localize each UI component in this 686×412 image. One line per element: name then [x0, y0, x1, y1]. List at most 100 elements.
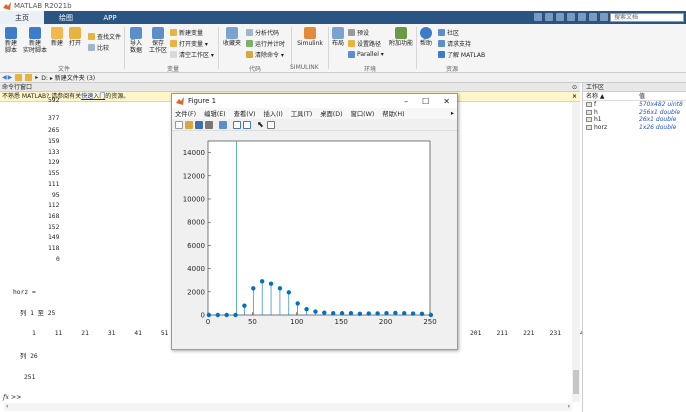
open-variable-button[interactable]: 打开变量 ▾ — [170, 39, 208, 48]
save-figure-icon[interactable] — [195, 120, 203, 129]
close-icon[interactable]: ✕ — [443, 97, 450, 106]
column-header-value[interactable]: 值 — [639, 92, 645, 100]
insert-colorbar-icon[interactable] — [233, 120, 241, 129]
stem-point[interactable] — [242, 303, 247, 308]
stem-point[interactable] — [348, 311, 354, 316]
workspace-row[interactable]: f 570x482 uint8 — [583, 101, 686, 109]
print-icon[interactable] — [205, 120, 213, 129]
layout-button[interactable]: 布局 — [332, 27, 344, 47]
property-inspector-icon[interactable] — [267, 120, 275, 129]
workspace-row[interactable]: horz 1x26 double — [583, 124, 686, 132]
up-folder-icon[interactable] — [15, 74, 23, 81]
set-path-button[interactable]: 设置路径 — [348, 39, 381, 48]
request-support-button[interactable]: 请求支持 — [438, 39, 471, 48]
scroll-right-icon[interactable]: › — [568, 403, 570, 410]
stem-point[interactable] — [402, 311, 407, 316]
stem-point[interactable] — [215, 312, 220, 318]
new-live-script-button[interactable]: 新建 实时脚本 — [23, 27, 47, 54]
paste-icon[interactable] — [567, 13, 575, 21]
preferences-button[interactable]: 预设 — [348, 28, 369, 37]
stem-point[interactable] — [251, 286, 256, 291]
tab-home[interactable]: 主页 — [0, 11, 44, 24]
menu-window[interactable]: 窗口(W) — [351, 109, 375, 118]
open-button[interactable]: 打开 — [68, 27, 82, 47]
redo-icon[interactable] — [589, 13, 597, 21]
quick-start-link[interactable]: 快速入门 — [81, 93, 105, 100]
browse-icon[interactable] — [25, 74, 33, 81]
find-files-button[interactable]: 查找文件 — [88, 32, 121, 41]
stem-point[interactable] — [322, 310, 327, 315]
import-data-button[interactable]: 导入 数据 — [129, 27, 143, 54]
column-header-name[interactable]: 名称 ▲ — [583, 92, 639, 100]
panel-menu-icon[interactable]: ⊙ — [572, 83, 577, 92]
current-folder-path[interactable]: D: ▸ 新建文件夹 (3) — [41, 73, 95, 82]
stem-point[interactable] — [366, 311, 371, 316]
horizontal-scrollbar[interactable]: ‹ › — [4, 403, 572, 411]
stem-point[interactable] — [224, 312, 229, 318]
menu-insert[interactable]: 插入(I) — [263, 109, 282, 118]
favorites-button[interactable]: 收藏夹 — [223, 27, 241, 47]
stem-point[interactable] — [375, 311, 380, 316]
menu-view[interactable]: 查看(V) — [234, 109, 256, 118]
stem-point[interactable] — [259, 279, 265, 284]
stem-point[interactable] — [233, 312, 238, 318]
clear-commands-button[interactable]: 清除命令 ▾ — [246, 50, 284, 59]
stem-point[interactable] — [384, 310, 389, 316]
menu-tools[interactable]: 工具(T) — [291, 109, 312, 118]
stem-point[interactable] — [357, 311, 363, 317]
help-button[interactable]: 帮助 — [420, 27, 432, 47]
tab-apps[interactable]: APP — [88, 11, 132, 24]
save-workspace-button[interactable]: 保存 工作区 — [148, 27, 168, 54]
pointer-icon[interactable]: ⬉ — [257, 120, 265, 129]
run-and-time-button[interactable]: 运行并计时 — [246, 39, 285, 48]
menu-desktop[interactable]: 桌面(D) — [320, 109, 342, 118]
scroll-left-icon[interactable]: ‹ — [6, 403, 8, 410]
stem-point[interactable] — [410, 311, 416, 316]
community-button[interactable]: 社区 — [438, 28, 459, 37]
workspace-row[interactable]: h1 26x1 double — [583, 116, 686, 124]
analyze-code-button[interactable]: 分析代码 — [246, 28, 279, 37]
workspace-row[interactable]: h 256x1 double — [583, 109, 686, 117]
maximize-icon[interactable]: ☐ — [422, 97, 429, 106]
link-plot-icon[interactable] — [219, 120, 227, 129]
stem-point[interactable] — [295, 301, 300, 306]
tab-plots[interactable]: 绘图 — [44, 11, 88, 24]
menu-help[interactable]: 帮助(H) — [382, 109, 404, 118]
stem-point[interactable] — [268, 281, 274, 286]
stem-point[interactable] — [286, 290, 292, 295]
new-variable-button[interactable]: 新建变量 — [170, 28, 203, 37]
stem-point[interactable] — [313, 309, 318, 314]
stem-point[interactable] — [339, 311, 345, 316]
scrollbar-thumb[interactable] — [573, 370, 579, 394]
add-ons-button[interactable]: 附加功能 — [389, 27, 413, 47]
parallel-button[interactable]: Parallel ▾ — [348, 50, 384, 58]
menu-file[interactable]: 文件(F) — [175, 109, 196, 118]
stem-point[interactable] — [304, 307, 309, 312]
back-icon[interactable]: ◀ — [2, 74, 7, 81]
stem-point[interactable] — [331, 311, 336, 316]
help-icon[interactable] — [600, 13, 608, 21]
stem-point[interactable] — [206, 312, 212, 318]
stem-point[interactable] — [393, 310, 398, 316]
compare-button[interactable]: 比较 — [88, 43, 109, 52]
cut-icon[interactable] — [545, 13, 553, 21]
search-input[interactable]: 搜索文档 — [610, 13, 684, 22]
insert-legend-icon[interactable] — [243, 120, 251, 129]
menu-edit[interactable]: 编辑(E) — [204, 109, 226, 118]
stem-point[interactable] — [419, 311, 425, 317]
new-script-button[interactable]: 新建 脚本 — [3, 27, 19, 54]
forward-icon[interactable]: ▶ — [8, 74, 13, 81]
simulink-button[interactable]: Simulink — [296, 27, 324, 47]
minimize-icon[interactable]: – — [404, 97, 408, 106]
vertical-scrollbar[interactable] — [572, 102, 580, 402]
close-notice-icon[interactable]: × — [572, 92, 577, 102]
stem-point[interactable] — [428, 312, 434, 318]
stem-point[interactable] — [277, 286, 283, 291]
save-icon[interactable] — [534, 13, 542, 21]
menu-overflow-icon[interactable]: ▸ — [451, 110, 457, 117]
open-file-icon[interactable] — [185, 120, 193, 129]
plot-axes-box[interactable] — [207, 140, 431, 316]
clear-workspace-button[interactable]: 清空工作区 ▾ — [170, 50, 214, 59]
undo-icon[interactable] — [578, 13, 586, 21]
new-figure-icon[interactable] — [175, 120, 183, 129]
